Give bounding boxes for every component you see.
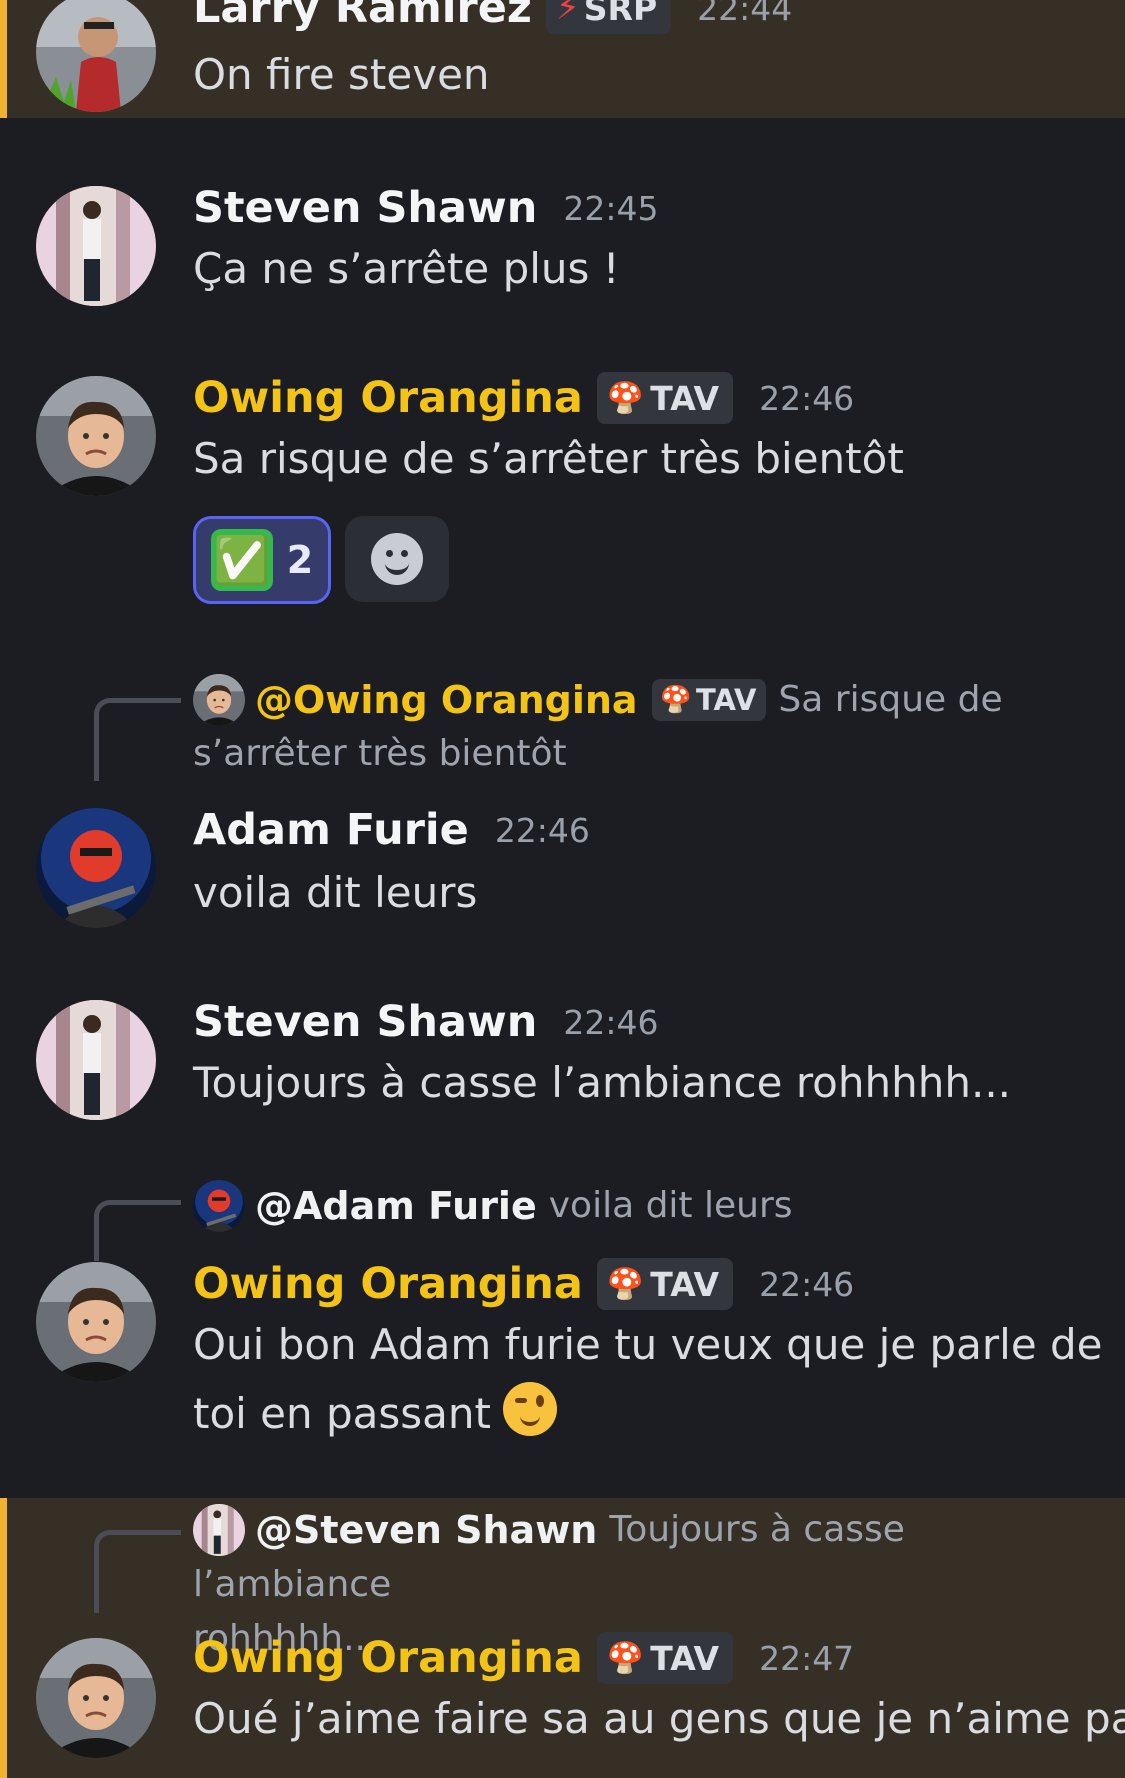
message-header: Adam Furie 22:46 [193,804,590,856]
lightning-icon: ⚡ [555,0,580,28]
avatar[interactable] [36,1262,156,1382]
reply-avatar [193,674,245,726]
message-larry[interactable]: Larry Ramirez ⚡ SRP 22:44 On fire steven [0,0,1125,118]
reply-avatar [193,1180,245,1232]
message-text: Oué j’aime faire sa au gens que je n’aim… [193,1694,1125,1743]
message-header: Owing Orangina 🍄 TAV 22:46 [193,372,854,424]
avatar[interactable] [36,1638,156,1758]
avatar[interactable] [36,0,156,112]
reply-preview[interactable]: @Adam Furie voila dit leurs [193,1178,1073,1233]
message-adam[interactable]: @Owing Orangina 🍄 TAV Sa risque de s’arrête… [0,664,1125,928]
message-text: Toujours à casse l’ambiance rohhhhh... [193,1058,1012,1107]
smiley-icon [371,533,423,585]
reply-connector [94,698,181,781]
avatar[interactable] [36,808,156,928]
timestamp: 22:46 [563,1002,659,1042]
message-steven-2[interactable]: Steven Shawn 22:46 Toujours à casse l’am… [0,996,1125,1136]
reply-text-continued: s’arrêter très bientôt [193,733,567,774]
badge-label: TAV [650,378,720,418]
author-name[interactable]: Adam Furie [193,805,469,855]
badge-label: TAV [695,683,757,717]
badge-label: TAV [650,1638,720,1678]
check-mark-emoji: ✅ [210,529,273,591]
reply-author: @Adam Furie [255,1184,537,1228]
role-badge[interactable]: ⚡ SRP [545,0,672,34]
reaction-check[interactable]: ✅ 2 [193,516,331,604]
reaction-count: 2 [286,538,314,582]
message-text: On fire steven [193,50,490,99]
message-steven-1[interactable]: Steven Shawn 22:45 Ça ne s’arrête plus ! [0,182,1125,322]
timestamp: 22:44 [697,0,793,28]
reactions: ✅ 2 [193,516,463,604]
reply-connector [94,1200,181,1261]
role-badge[interactable]: 🍄 TAV [596,372,734,424]
avatar[interactable] [36,1000,156,1120]
message-text-line: toi en passant [193,1389,491,1438]
reply-preview[interactable]: @Owing Orangina 🍄 TAV Sa risque de s’arrête… [193,672,1073,781]
message-owing-3[interactable]: @Steven Shawn Toujours à casse l’ambiance… [0,1498,1125,1778]
author-name[interactable]: Owing Orangina [193,1633,583,1683]
mention-highlight-bar [0,1498,7,1778]
message-owing-2[interactable]: @Adam Furie voila dit leurs Owing Orangin… [0,1178,1125,1468]
badge-label: SRP [583,0,658,28]
author-name[interactable]: Larry Ramirez [193,0,532,33]
mushroom-icon: 🍄 [606,1266,645,1302]
author-name[interactable]: Owing Orangina [193,373,583,423]
reply-text: Sa risque de [778,679,1003,720]
message-header: Owing Orangina 🍄 TAV 22:46 [193,1258,854,1310]
winking-face-emoji [502,1382,557,1436]
reply-author: @Steven Shawn [255,1508,598,1552]
author-name[interactable]: Owing Orangina [193,1259,583,1309]
role-badge[interactable]: 🍄 TAV [596,1632,734,1684]
reply-avatar [193,1504,245,1556]
add-reaction-button[interactable] [345,516,449,602]
mushroom-icon: 🍄 [606,1640,645,1676]
message-header: Owing Orangina 🍄 TAV 22:47 [193,1632,854,1684]
message-text: Oui bon Adam furie tu veux que je parle … [193,1320,1103,1369]
author-name[interactable]: Steven Shawn [193,997,537,1047]
role-badge[interactable]: 🍄 TAV [596,1258,734,1310]
badge-label: TAV [650,1264,720,1304]
timestamp: 22:47 [759,1638,855,1678]
mushroom-icon: 🍄 [659,685,692,715]
reply-role-badge: 🍄 TAV [651,679,767,721]
timestamp: 22:46 [494,810,590,850]
mention-highlight-bar [0,0,7,118]
message-owing-1[interactable]: Owing Orangina 🍄 TAV 22:46 Sa risque de s… [0,372,1125,612]
avatar[interactable] [36,376,156,496]
message-header: Larry Ramirez ⚡ SRP 22:44 [193,0,792,34]
mushroom-icon: 🍄 [606,380,645,416]
message-header: Steven Shawn 22:46 [193,996,659,1048]
timestamp: 22:46 [759,1264,855,1304]
avatar[interactable] [36,186,156,306]
timestamp: 22:46 [759,378,855,418]
reply-text: voila dit leurs [548,1185,793,1226]
reply-connector [94,1530,181,1613]
reply-author: @Owing Orangina [255,678,638,722]
message-header: Steven Shawn 22:45 [193,182,659,234]
message-text-continued: toi en passant [193,1382,557,1438]
message-text: voila dit leurs [193,868,478,917]
author-name[interactable]: Steven Shawn [193,183,537,233]
timestamp: 22:45 [563,188,659,228]
message-text: Sa risque de s’arrêter très bientôt [193,434,904,483]
message-text: Ça ne s’arrête plus ! [193,244,620,293]
